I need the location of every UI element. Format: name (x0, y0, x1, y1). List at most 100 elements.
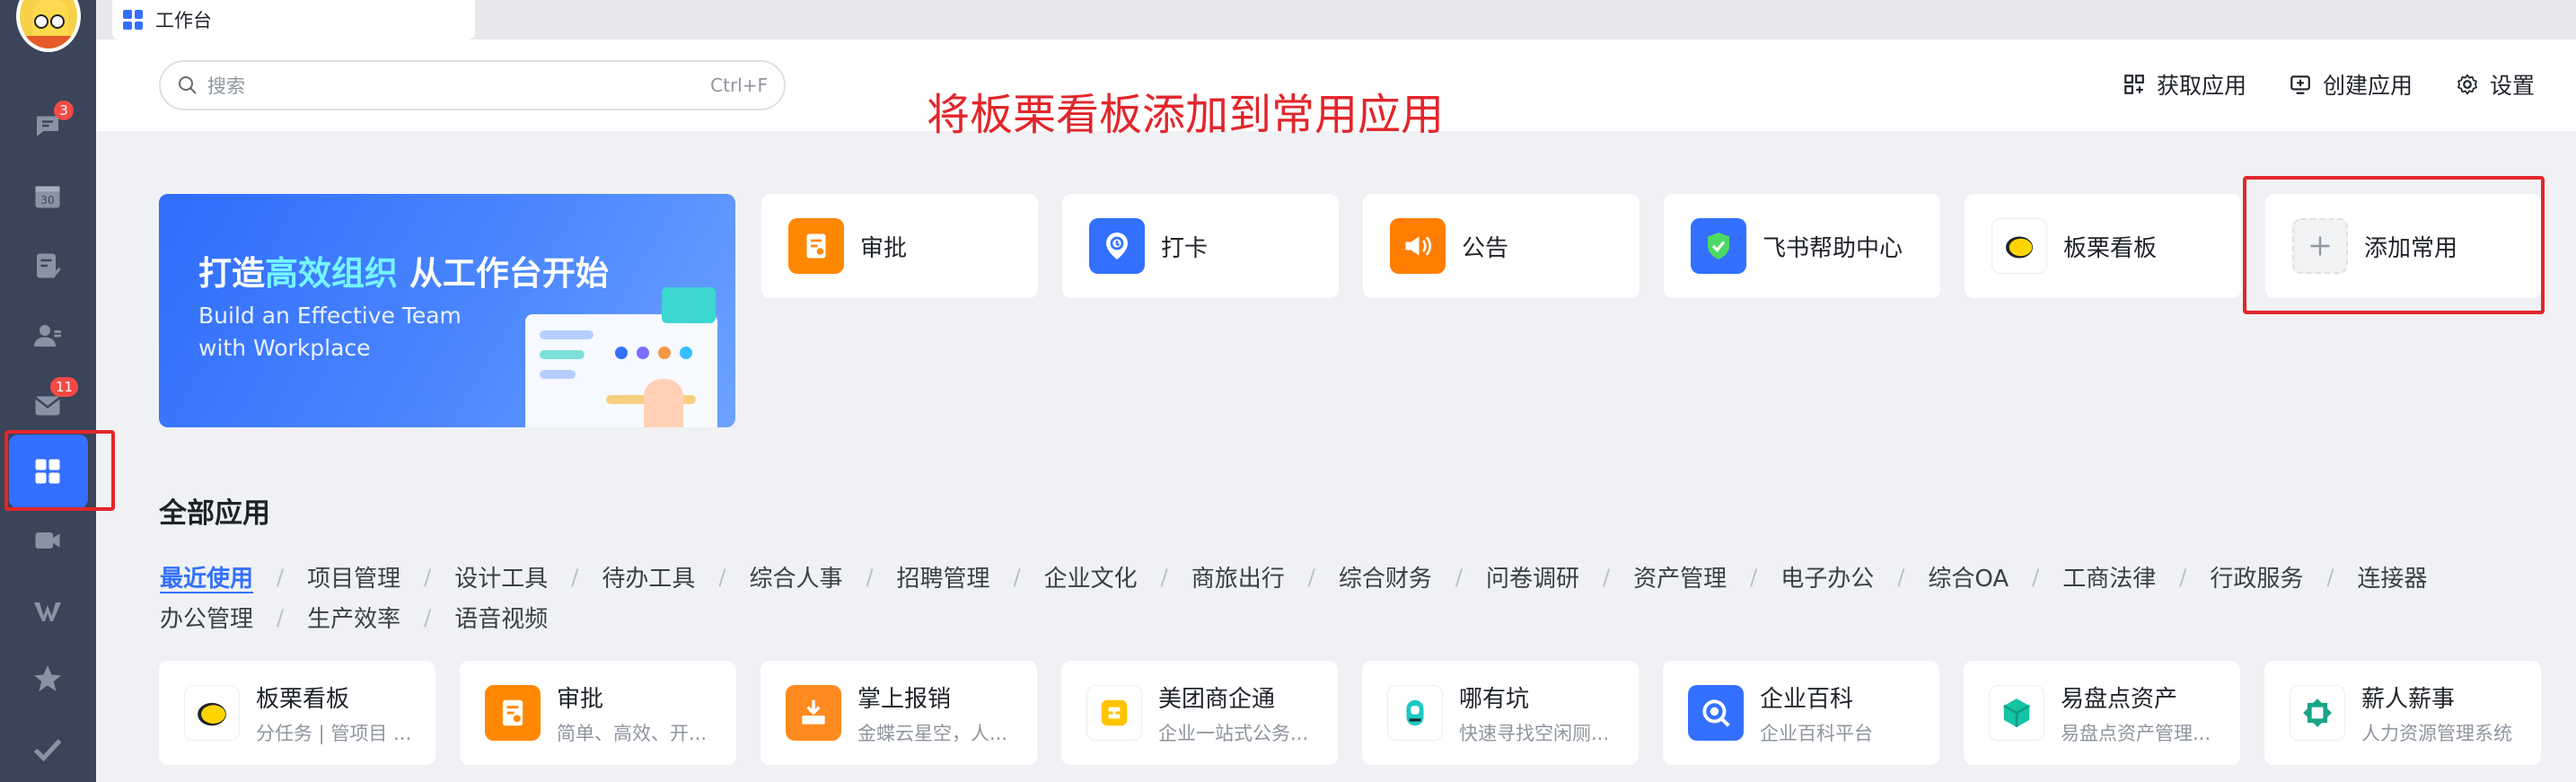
workplace-highlight-box (4, 430, 115, 511)
category-item[interactable]: 综合财务 (1339, 560, 1432, 593)
app-name: 掌上报销 (857, 685, 952, 713)
favorites-icon[interactable] (30, 661, 66, 697)
category-item[interactable]: 电子办公 (1780, 560, 1874, 593)
app-desc: 分任务 | 管项目 ... (256, 722, 412, 744)
banli-board-icon (1991, 218, 2047, 274)
messages-badge: 3 (54, 101, 74, 120)
app-card-approval[interactable]: 审批简单、高效、开... (460, 661, 736, 765)
favorite-banli-board[interactable]: 板栗看板 (1965, 194, 2241, 298)
help-center-icon (1691, 218, 1746, 274)
favorite-clock-in[interactable]: 打卡 (1062, 194, 1339, 298)
app-name: 易盘点资产 (2061, 685, 2178, 713)
app-card-hr[interactable]: 薪人薪事人力资源管理系统 (2264, 661, 2541, 765)
favorite-help-center[interactable]: 飞书帮助中心 (1664, 194, 1940, 298)
favorite-label: 打卡 (1161, 234, 1209, 262)
category-item[interactable]: 工商法律 (2062, 560, 2156, 593)
add-favorite-highlight-box (2243, 176, 2545, 314)
app-name: 美团商企通 (1158, 685, 1276, 713)
app-card-asset[interactable]: 易盘点资产易盘点资产管理... (1964, 661, 2240, 765)
clock-in-icon (1089, 218, 1145, 274)
app-desc: 快速寻找空闲厕... (1459, 722, 1610, 744)
meituan-icon (1086, 685, 1142, 741)
docs-icon[interactable] (30, 593, 66, 628)
create-app-button[interactable]: 创建应用 (2289, 68, 2413, 101)
app-desc: 人力资源管理系统 (2361, 722, 2512, 744)
create-app-label: 创建应用 (2323, 73, 2413, 99)
app-name: 薪人薪事 (2361, 685, 2456, 713)
search-input[interactable]: 搜索 Ctrl+F (159, 60, 786, 110)
reimbursement-icon (786, 685, 841, 741)
app-name: 企业百科 (1760, 685, 1854, 713)
svg-text:30: 30 (40, 194, 54, 206)
left-rail: 3 30 11 (0, 0, 115, 782)
app-desc: 金蝶云星空，人... (857, 722, 1008, 744)
banner-chart-decoration (662, 287, 716, 323)
category-item[interactable]: 行政服务 (2210, 560, 2303, 593)
category-item[interactable]: 问卷调研 (1486, 560, 1579, 593)
category-item[interactable]: 综合人事 (749, 560, 842, 593)
get-apps-label: 获取应用 (2157, 73, 2247, 99)
category-item[interactable]: 资产管理 (1633, 560, 1727, 593)
encyclopedia-icon (1688, 685, 1744, 741)
app-card-banli-board[interactable]: 板栗看板分任务 | 管项目 ... (159, 661, 435, 765)
mail-badge: 11 (50, 377, 79, 397)
favorite-label: 审批 (860, 234, 908, 262)
asset-icon (1989, 685, 2044, 741)
category-item[interactable]: 企业文化 (1044, 560, 1138, 593)
category-item[interactable]: 连接器 (2357, 560, 2427, 593)
app-desc: 简单、高效、开... (557, 722, 708, 744)
create-app-icon (2290, 75, 2310, 94)
approval-icon (485, 685, 541, 741)
category-item[interactable]: 生产效率 (307, 601, 400, 634)
favorite-label: 飞书帮助中心 (1763, 234, 1903, 262)
category-item[interactable]: 办公管理 (160, 601, 253, 634)
favorite-approval[interactable]: 审批 (761, 194, 1038, 298)
favorite-announcement[interactable]: 公告 (1363, 194, 1640, 298)
app-name: 板栗看板 (256, 685, 350, 713)
category-row-1: 最近使用 / 项目管理 / 设计工具 / 待办工具 / 综合人事 / 招聘管理 / 企业文化… (160, 557, 2548, 597)
category-item[interactable]: 语音视频 (454, 601, 548, 634)
category-row-2: 办公管理 / 生产效率 / 语音视频 (160, 597, 2548, 637)
app-card-toilet-finder[interactable]: 哪有坑快速寻找空闲厕... (1362, 661, 1639, 765)
workplace-banner[interactable]: 打造高效组织 从工作台开始 Build an Effective Team wit… (159, 194, 735, 427)
hr-icon (2290, 685, 2345, 741)
avatar[interactable] (16, 0, 81, 52)
search-hotkey: Ctrl+F (710, 75, 768, 96)
banli-board-icon (184, 685, 240, 741)
calendar-icon[interactable]: 30 (30, 178, 66, 214)
banner-title: 打造高效组织 从工作台开始 (198, 254, 609, 293)
app-card-reimbursement[interactable]: 掌上报销金蝶云星空，人... (760, 661, 1037, 765)
get-apps-button[interactable]: 获取应用 (2123, 68, 2246, 101)
contacts-icon[interactable] (30, 318, 66, 354)
approval-rail-icon[interactable] (30, 248, 66, 284)
settings-button[interactable]: 设置 (2456, 68, 2535, 101)
gear-icon (2457, 74, 2478, 95)
tab-strip: 工作台 (96, 0, 2576, 40)
favorite-label: 公告 (1462, 234, 1509, 262)
favorite-label: 板栗看板 (2063, 234, 2158, 262)
video-meeting-icon[interactable] (30, 523, 66, 558)
all-apps-title: 全部应用 (159, 497, 270, 530)
app-desc: 易盘点资产管理... (2061, 722, 2211, 744)
category-item[interactable]: 综合OA (1928, 560, 2009, 593)
search-placeholder: 搜索 (207, 75, 245, 97)
approval-icon (788, 218, 844, 274)
category-recent[interactable]: 最近使用 (160, 560, 253, 593)
instruction-annotation: 将板栗看板添加到常用应用 (927, 90, 1445, 140)
app-name: 审批 (557, 685, 604, 713)
app-card-meituan[interactable]: 美团商企通企业一站式公务... (1061, 661, 1338, 765)
banner-subtitle: Build an Effective Team with Workplace (198, 303, 462, 361)
app-name: 哪有坑 (1459, 685, 1530, 713)
app-card-encyclopedia[interactable]: 企业百科企业百科平台 (1663, 661, 1939, 765)
category-item[interactable]: 项目管理 (307, 560, 400, 593)
tasks-icon[interactable] (30, 731, 66, 767)
workplace-tab-icon (123, 10, 143, 30)
category-item[interactable]: 设计工具 (454, 560, 548, 593)
category-item[interactable]: 商旅出行 (1191, 560, 1285, 593)
app-desc: 企业一站式公务... (1158, 722, 1309, 744)
category-item[interactable]: 招聘管理 (897, 560, 990, 593)
app-desc: 企业百科平台 (1760, 722, 1873, 744)
tab-workplace[interactable]: 工作台 (112, 0, 475, 40)
get-apps-icon (2124, 75, 2144, 94)
category-item[interactable]: 待办工具 (602, 560, 695, 593)
